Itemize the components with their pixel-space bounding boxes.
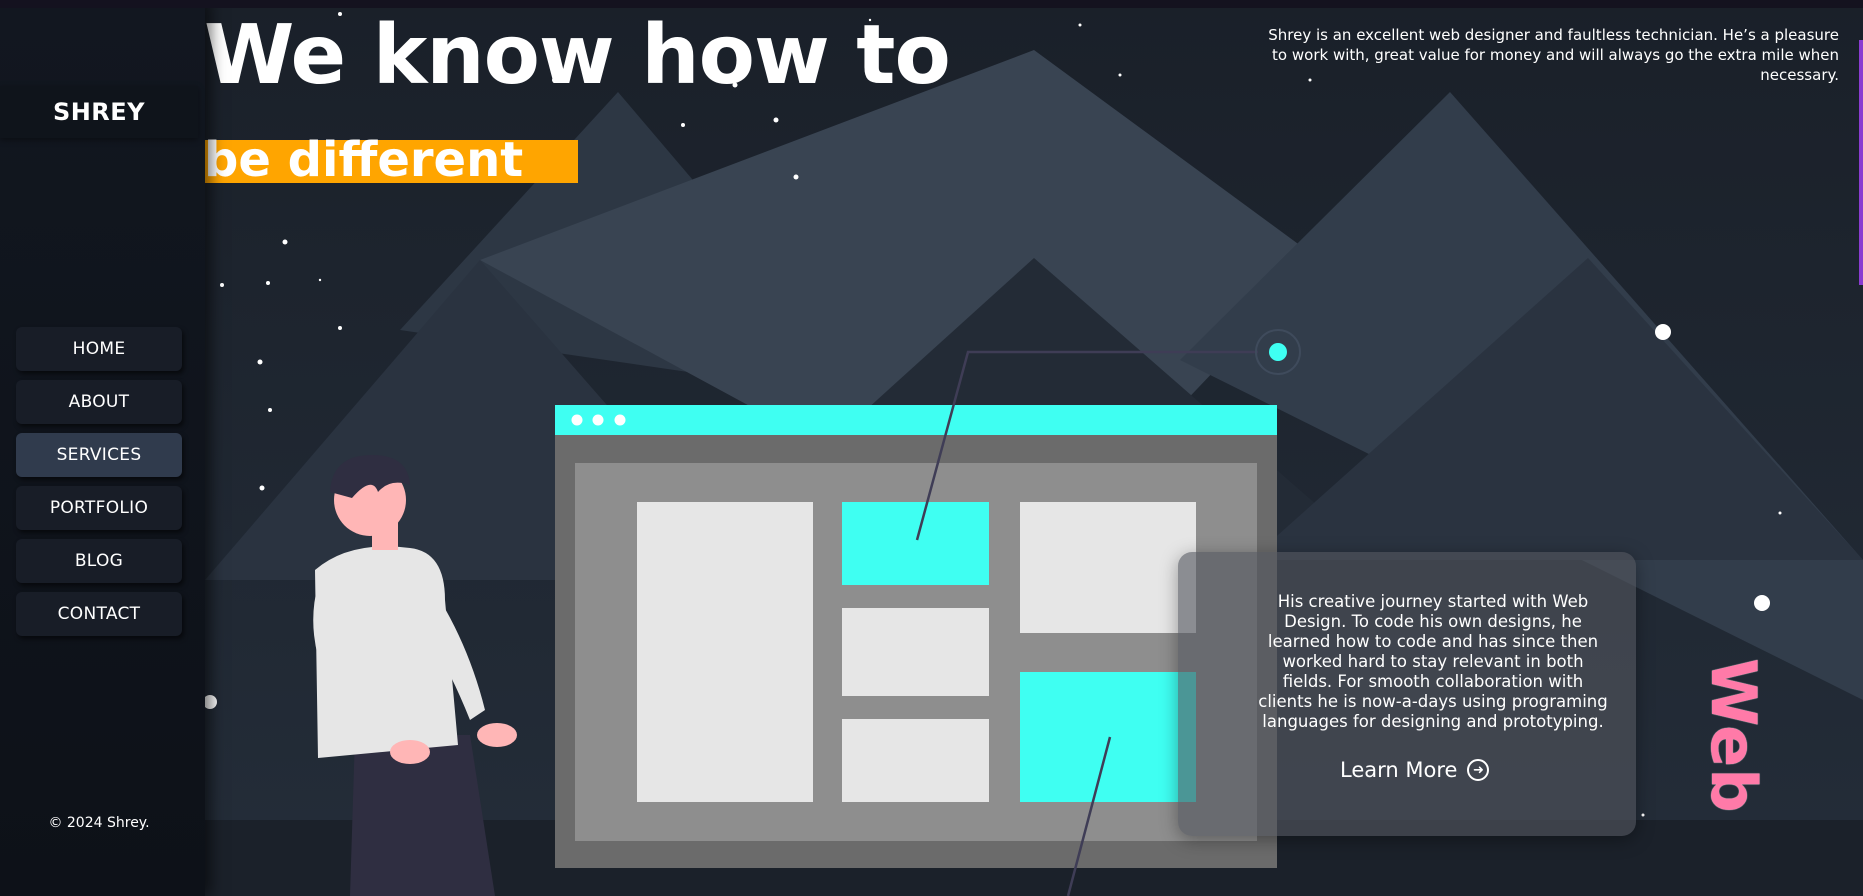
hero-subtitle: be different	[204, 132, 524, 188]
card-body: His creative journey started with Web De…	[1258, 592, 1608, 731]
nav-item-services[interactable]: SERVICES	[16, 433, 182, 477]
block-cyan-top	[842, 502, 989, 585]
rotating-word: Web	[1697, 658, 1770, 814]
about-card: His creative journey started with Web De…	[1178, 552, 1636, 836]
learn-more-label: Learn More	[1340, 758, 1458, 782]
block-right-top	[1020, 502, 1196, 633]
nav-item-portfolio[interactable]: PORTFOLIO	[16, 486, 182, 530]
arrow-right-circle-icon: ➜	[1467, 759, 1490, 781]
nav-item-home[interactable]: HOME	[16, 327, 182, 371]
block-mid-1	[842, 608, 989, 696]
main-nav: HOME ABOUT SERVICES PORTFOLIO BLOG CONTA…	[16, 327, 182, 645]
top-bar	[0, 0, 1863, 8]
block-cyan-bottom	[1020, 672, 1196, 802]
sidebar: SHREY HOME ABOUT SERVICES PORTFOLIO BLOG…	[0, 0, 205, 896]
scroll-indicator[interactable]	[1859, 40, 1863, 285]
learn-more-button[interactable]: Learn More ➜	[1340, 758, 1490, 782]
nav-item-about[interactable]: ABOUT	[16, 380, 182, 424]
site-logo[interactable]: SHREY	[0, 86, 198, 138]
block-mid-2	[842, 719, 989, 802]
hero-title: We know how to	[204, 8, 951, 103]
nav-item-contact[interactable]: CONTACT	[16, 592, 182, 636]
browser-titlebar	[555, 405, 1277, 435]
copyright: © 2024 Shrey.	[48, 815, 150, 831]
block-large	[637, 502, 813, 802]
testimonial-quote: Shrey is an excellent web designer and f…	[1268, 26, 1839, 84]
nav-item-blog[interactable]: BLOG	[16, 539, 182, 583]
